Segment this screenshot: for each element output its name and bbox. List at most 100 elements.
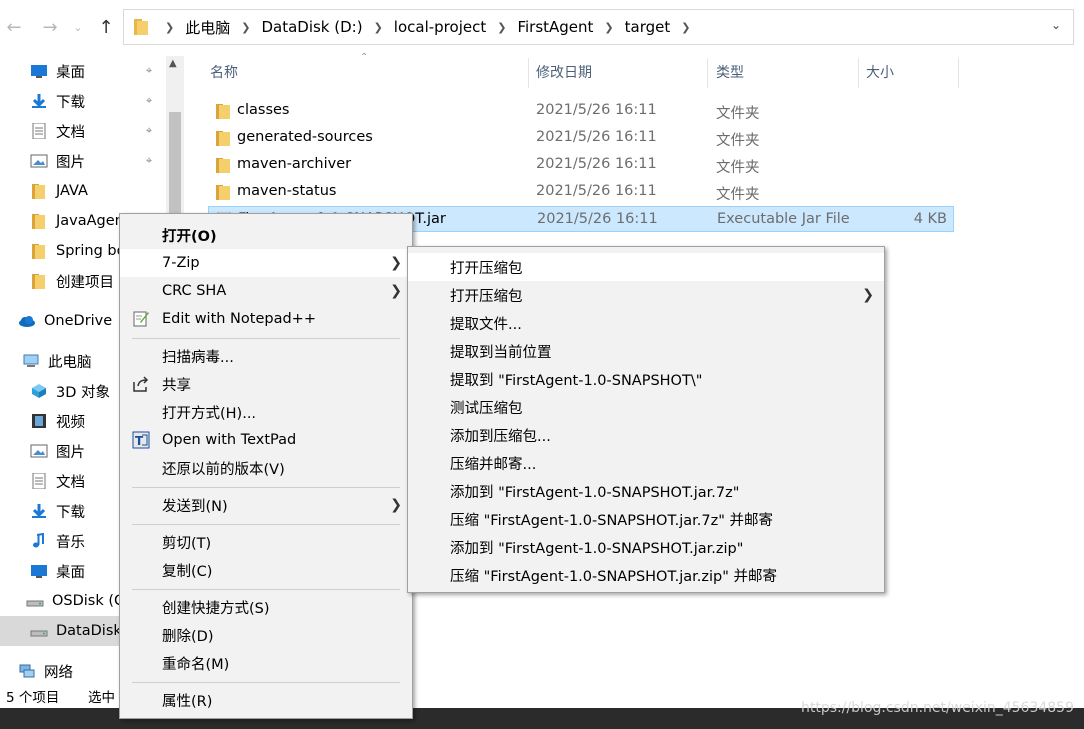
chevron-right-icon[interactable]: ❯ [604, 21, 613, 34]
context-menu-label: 发送到(N) [162, 498, 228, 515]
submenu-item[interactable]: 压缩 "FirstAgent-1.0-SNAPSHOT.jar.zip" 并邮寄 [408, 561, 884, 589]
notepad-plus-icon [132, 310, 150, 328]
file-type: Executable Jar File [717, 211, 850, 227]
forward-arrow-icon[interactable]: → [38, 14, 62, 42]
7zip-submenu: 打开压缩包 打开压缩包 ❯ 提取文件... 提取到当前位置 提取到 "FirstAgent… [407, 246, 885, 593]
drive-icon [30, 623, 48, 639]
context-menu-item[interactable]: 共享 [120, 370, 412, 398]
address-row: ← → ⌄ ↑ ❯ 此电脑 ❯ DataDisk (D:) ❯ local-pr… [0, 0, 1084, 56]
submenu-item[interactable]: 测试压缩包 [408, 393, 884, 421]
submenu-item[interactable]: 提取到当前位置 [408, 337, 884, 365]
pin-icon[interactable]: ⌖ [146, 124, 152, 138]
crumb-local-project[interactable]: local-project [394, 18, 486, 36]
scroll-up-icon[interactable]: ▲ [169, 58, 177, 69]
context-menu-item[interactable]: 7-Zip ❯ [120, 249, 412, 277]
column-header-type[interactable]: 类型 [716, 58, 744, 88]
folder-icon [216, 103, 230, 119]
textpad-icon: T [132, 431, 150, 449]
context-menu-item[interactable]: 属性(R) [120, 686, 412, 714]
column-divider[interactable] [528, 58, 529, 88]
file-row[interactable]: maven-status 2021/5/26 16:11 文件夹 [208, 179, 954, 205]
context-menu-label: 扫描病毒... [162, 349, 234, 366]
breadcrumb: ❯ 此电脑 ❯ DataDisk (D:) ❯ local-project ❯ … [154, 10, 701, 44]
file-row[interactable]: maven-archiver 2021/5/26 16:11 文件夹 [208, 152, 954, 178]
context-menu-item[interactable]: CRC SHA ❯ [120, 277, 412, 305]
file-date: 2021/5/26 16:11 [537, 211, 658, 227]
chevron-right-icon[interactable]: ❯ [497, 21, 506, 34]
nav-item-label: 文档 [56, 124, 85, 141]
chevron-right-icon: ❯ [390, 283, 402, 299]
crumb-this-pc[interactable]: 此电脑 [185, 17, 230, 38]
nav-item-label: 网络 [44, 664, 73, 681]
folder-icon [30, 243, 48, 259]
submenu-item[interactable]: 添加到 "FirstAgent-1.0-SNAPSHOT.jar.zip" [408, 533, 884, 561]
chevron-right-icon: ❯ [390, 497, 402, 513]
context-menu-item[interactable]: 打开方式(H)... [120, 398, 412, 426]
submenu-item[interactable]: 添加到 "FirstAgent-1.0-SNAPSHOT.jar.7z" [408, 477, 884, 505]
file-date: 2021/5/26 16:11 [536, 129, 657, 145]
context-menu: 打开(O) 7-Zip ❯ CRC SHA ❯ Edit with Notepad++ 扫描… [119, 213, 413, 719]
chevron-right-icon[interactable]: ❯ [681, 21, 690, 34]
nav-item-label: 此电脑 [48, 354, 92, 371]
address-dropdown-chevron-down-icon[interactable]: ⌄ [1051, 18, 1061, 32]
context-menu-item[interactable]: 发送到(N) ❯ [120, 491, 412, 519]
nav-item-4[interactable]: JAVA [30, 176, 166, 206]
chevron-right-icon[interactable]: ❯ [241, 21, 250, 34]
submenu-label: 测试压缩包 [450, 400, 523, 417]
submenu-item[interactable]: 提取到 "FirstAgent-1.0-SNAPSHOT\" [408, 365, 884, 393]
context-menu-item[interactable]: 复制(C) [120, 556, 412, 584]
recent-chevron-down-icon[interactable]: ⌄ [66, 14, 90, 42]
crumb-datadisk[interactable]: DataDisk (D:) [261, 18, 362, 36]
submenu-label: 压缩并邮寄... [450, 456, 537, 473]
context-menu-item[interactable]: 打开(O) [120, 221, 412, 249]
submenu-item[interactable]: 压缩 "FirstAgent-1.0-SNAPSHOT.jar.7z" 并邮寄 [408, 505, 884, 533]
computer-icon [22, 353, 40, 369]
context-menu-item[interactable]: 还原以前的版本(V) [120, 454, 412, 482]
nav-item-label: 下载 [56, 94, 85, 111]
column-divider[interactable] [958, 58, 959, 88]
pin-icon[interactable]: ⌖ [146, 64, 152, 78]
file-name: classes [237, 102, 290, 118]
file-type: 文件夹 [716, 187, 760, 203]
submenu-item[interactable]: 压缩并邮寄... [408, 449, 884, 477]
submenu-item[interactable]: 打开压缩包 [408, 253, 884, 281]
address-bar[interactable]: ❯ 此电脑 ❯ DataDisk (D:) ❯ local-project ❯ … [123, 9, 1074, 45]
context-menu-item[interactable]: 重命名(M) [120, 649, 412, 677]
folder-icon [30, 183, 48, 199]
file-row[interactable]: classes 2021/5/26 16:11 文件夹 [208, 98, 954, 124]
back-arrow-icon[interactable]: ← [2, 14, 26, 42]
chevron-right-icon[interactable]: ❯ [165, 21, 174, 34]
context-menu-item[interactable]: T Open with TextPad [120, 426, 412, 454]
context-menu-item[interactable]: 删除(D) [120, 621, 412, 649]
context-menu-item[interactable]: Edit with Notepad++ [120, 305, 412, 333]
nav-item-label: 下载 [56, 504, 85, 521]
context-menu-item[interactable]: 剪切(T) [120, 528, 412, 556]
context-menu-label: 还原以前的版本(V) [162, 461, 285, 478]
item-count: 5 个项目 [6, 690, 60, 706]
submenu-item[interactable]: 打开压缩包 ❯ [408, 281, 884, 309]
column-divider[interactable] [707, 58, 708, 88]
context-menu-item[interactable]: 扫描病毒... [120, 342, 412, 370]
submenu-item[interactable]: 提取文件... [408, 309, 884, 337]
folder-icon [30, 273, 48, 289]
context-menu-label: Edit with Notepad++ [162, 311, 316, 327]
pin-icon[interactable]: ⌖ [146, 94, 152, 108]
column-divider[interactable] [858, 58, 859, 88]
chevron-right-icon[interactable]: ❯ [374, 21, 383, 34]
crumb-target[interactable]: target [625, 18, 671, 36]
file-type: 文件夹 [716, 133, 760, 149]
up-arrow-icon[interactable]: ↑ [94, 14, 118, 42]
crumb-firstagent[interactable]: FirstAgent [517, 18, 593, 36]
folder-glyph [216, 104, 230, 119]
column-header-size[interactable]: 大小 [866, 58, 894, 88]
submenu-label: 添加到 "FirstAgent-1.0-SNAPSHOT.jar.7z" [450, 484, 740, 501]
pin-icon[interactable]: ⌖ [146, 154, 152, 168]
submenu-item[interactable]: 添加到压缩包... [408, 421, 884, 449]
context-menu-label: CRC SHA [162, 283, 227, 299]
submenu-label: 打开压缩包 [450, 288, 523, 305]
context-menu-item[interactable]: 创建快捷方式(S) [120, 593, 412, 621]
context-menu-label: Open with TextPad [162, 432, 297, 448]
column-header-date[interactable]: 修改日期 [536, 58, 592, 88]
file-row[interactable]: generated-sources 2021/5/26 16:11 文件夹 [208, 125, 954, 151]
column-header-name[interactable]: 名称 [210, 58, 238, 88]
